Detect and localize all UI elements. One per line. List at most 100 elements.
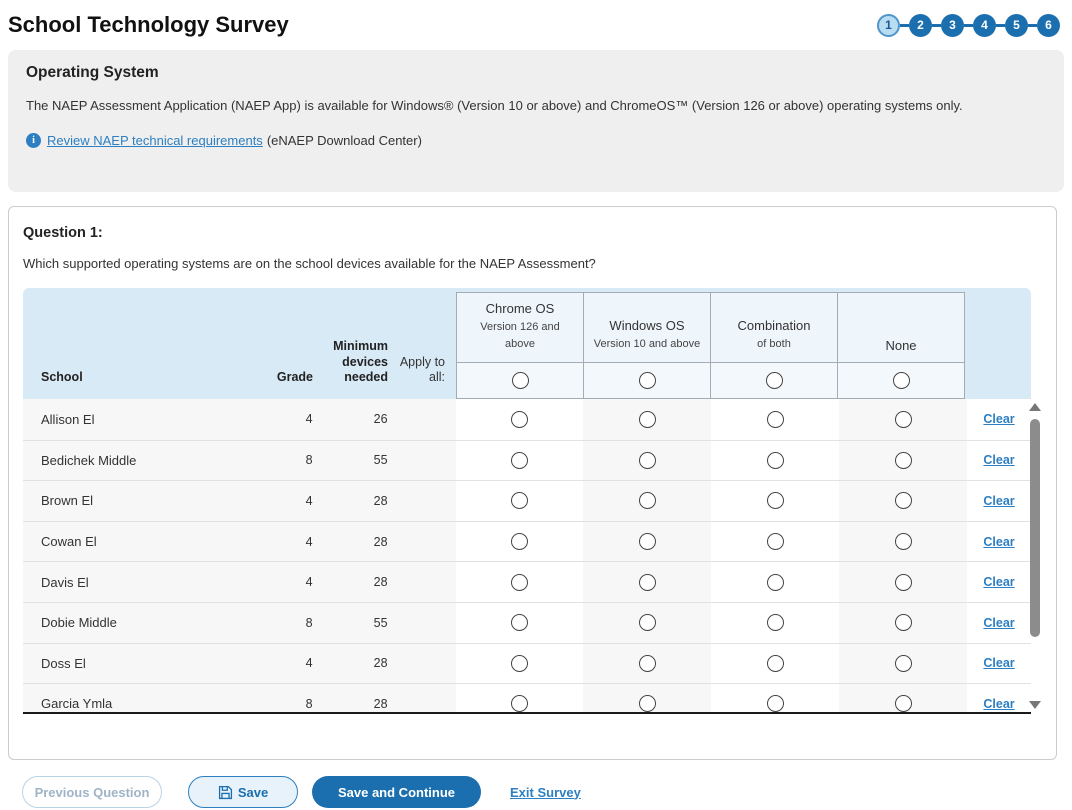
grade-value: 4: [243, 656, 313, 670]
info-box-body: The NAEP Assessment Application (NAEP Ap…: [26, 98, 1046, 113]
option-subtitle: Version 10 and above: [594, 336, 700, 353]
option-label-windows-os: Windows OS Version 10 and above: [584, 293, 710, 362]
table-scrollbar[interactable]: [1029, 401, 1041, 713]
radio-none[interactable]: [895, 492, 912, 509]
radio-chrome-os[interactable]: [511, 411, 528, 428]
scrollbar-thumb[interactable]: [1030, 419, 1040, 637]
exit-survey-link[interactable]: Exit Survey: [510, 785, 581, 800]
step-5[interactable]: 5: [1005, 14, 1028, 37]
table-body: Allison El426ClearBedichek Middle855Clea…: [23, 399, 1031, 714]
radio-none[interactable]: [895, 695, 912, 712]
radio-windows-os[interactable]: [639, 655, 656, 672]
clear-cell: Clear: [967, 481, 1031, 521]
scroll-up-icon[interactable]: [1029, 403, 1041, 411]
radio-windows-os[interactable]: [639, 533, 656, 550]
step-connector: [1028, 24, 1037, 27]
option-cell-windows-os: [583, 562, 711, 602]
school-info-zone: Doss El428: [23, 644, 456, 684]
radio-chrome-os[interactable]: [511, 695, 528, 712]
step-1[interactable]: 1: [877, 14, 900, 37]
radio-windows-os[interactable]: [639, 411, 656, 428]
step-connector: [964, 24, 973, 27]
survey-step-indicator: 123456: [877, 14, 1060, 37]
radio-windows-os[interactable]: [639, 614, 656, 631]
step-2[interactable]: 2: [909, 14, 932, 37]
radio-windows-os[interactable]: [639, 695, 656, 712]
option-cell-combination: [711, 684, 839, 714]
clear-link[interactable]: Clear: [983, 494, 1014, 508]
top-bar: School Technology Survey 123456: [8, 8, 1064, 42]
radio-combination[interactable]: [767, 533, 784, 550]
clear-cell: Clear: [967, 441, 1031, 481]
column-header-devices: Minimum devices needed: [313, 339, 388, 386]
option-cell-chrome-os: [456, 399, 584, 440]
scroll-down-icon[interactable]: [1029, 701, 1041, 709]
option-cell-none: [839, 522, 967, 562]
clear-cell: Clear: [967, 644, 1031, 684]
clear-link[interactable]: Clear: [983, 656, 1014, 670]
option-cell-chrome-os: [456, 481, 584, 521]
radio-chrome-os[interactable]: [511, 574, 528, 591]
option-cell-combination: [711, 399, 839, 440]
radio-chrome-os[interactable]: [511, 492, 528, 509]
option-title: Windows OS: [609, 318, 684, 333]
radio-combination[interactable]: [767, 695, 784, 712]
devices-value: 26: [313, 412, 388, 426]
clear-link[interactable]: Clear: [983, 412, 1014, 426]
clear-cell: Clear: [967, 684, 1031, 714]
radio-windows-os[interactable]: [639, 492, 656, 509]
radio-combination[interactable]: [767, 411, 784, 428]
save-button[interactable]: Save: [188, 776, 298, 808]
table-row: Garcia Ymla828 Clear: [23, 683, 1031, 714]
radio-combination[interactable]: [767, 574, 784, 591]
save-and-continue-button[interactable]: Save and Continue: [312, 776, 481, 808]
radio-none[interactable]: [895, 655, 912, 672]
apply-all-radio-windows-os[interactable]: [639, 372, 656, 389]
apply-to-all-label: Apply to all:: [388, 355, 456, 386]
step-3[interactable]: 3: [941, 14, 964, 37]
radio-none[interactable]: [895, 614, 912, 631]
apply-all-radio-chrome-os[interactable]: [512, 372, 529, 389]
school-info-zone: Garcia Ymla828: [23, 684, 456, 714]
option-label-none: None: [838, 293, 964, 362]
radio-combination[interactable]: [767, 452, 784, 469]
clear-link[interactable]: Clear: [983, 616, 1014, 630]
table-row: Brown El428 Clear: [23, 480, 1031, 521]
radio-combination[interactable]: [767, 614, 784, 631]
option-header-boxes: Chrome OSVersion 126 and aboveWindows OS…: [456, 292, 965, 399]
option-column-chrome-os: Chrome OSVersion 126 and above: [456, 292, 584, 399]
radio-combination[interactable]: [767, 655, 784, 672]
radio-chrome-os[interactable]: [511, 533, 528, 550]
step-4[interactable]: 4: [973, 14, 996, 37]
radio-chrome-os[interactable]: [511, 614, 528, 631]
grade-value: 8: [243, 453, 313, 467]
option-cell-windows-os: [583, 684, 711, 714]
question-panel: Question 1: Which supported operating sy…: [8, 206, 1057, 760]
clear-link[interactable]: Clear: [983, 453, 1014, 467]
radio-none[interactable]: [895, 452, 912, 469]
clear-link[interactable]: Clear: [983, 575, 1014, 589]
radio-chrome-os[interactable]: [511, 452, 528, 469]
apply-all-radio-combination[interactable]: [766, 372, 783, 389]
devices-value: 28: [313, 697, 388, 711]
school-info-zone: Brown El428: [23, 481, 456, 521]
radio-windows-os[interactable]: [639, 452, 656, 469]
clear-link[interactable]: Clear: [983, 535, 1014, 549]
option-title: Combination: [738, 318, 811, 333]
radio-none[interactable]: [895, 574, 912, 591]
technical-requirements-link[interactable]: Review NAEP technical requirements: [47, 133, 263, 148]
grade-value: 4: [243, 535, 313, 549]
radio-none[interactable]: [895, 533, 912, 550]
clear-cell: Clear: [967, 522, 1031, 562]
option-cell-windows-os: [583, 603, 711, 643]
clear-link[interactable]: Clear: [983, 697, 1014, 711]
apply-all-radio-none[interactable]: [893, 372, 910, 389]
radio-none[interactable]: [895, 411, 912, 428]
radio-windows-os[interactable]: [639, 574, 656, 591]
previous-question-button[interactable]: Previous Question: [22, 776, 162, 808]
school-info-zone: Dobie Middle855: [23, 603, 456, 643]
radio-chrome-os[interactable]: [511, 655, 528, 672]
step-6[interactable]: 6: [1037, 14, 1060, 37]
radio-combination[interactable]: [767, 492, 784, 509]
option-cell-none: [839, 562, 967, 602]
